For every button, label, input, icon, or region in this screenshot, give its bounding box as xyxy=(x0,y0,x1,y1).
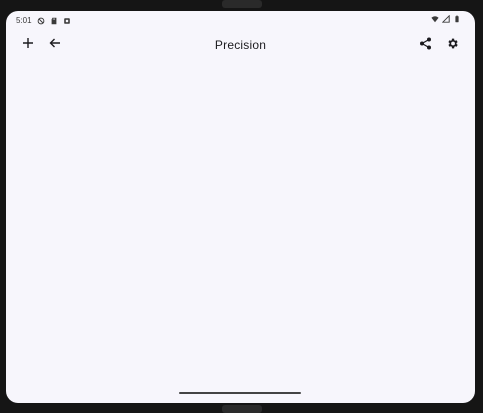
device-frame: 5:01 Precision xyxy=(0,0,483,413)
do-not-disturb-icon xyxy=(37,17,44,24)
status-right xyxy=(431,15,461,23)
app-notification-icon xyxy=(63,17,70,24)
share-button[interactable] xyxy=(413,31,437,55)
hinge-top xyxy=(222,0,262,8)
gesture-nav-handle[interactable] xyxy=(179,392,301,394)
battery-icon xyxy=(455,15,459,23)
screen: 5:01 Precision xyxy=(6,11,475,403)
settings-button[interactable] xyxy=(440,31,464,55)
settings-icon xyxy=(447,38,458,48)
signal-icon xyxy=(442,15,450,23)
content-area xyxy=(6,65,475,383)
hinge-bottom xyxy=(222,405,262,413)
app-bar: Precision xyxy=(6,25,475,65)
wifi-icon xyxy=(431,16,439,23)
status-time: 5:01 xyxy=(16,16,32,25)
page-title: Precision xyxy=(214,38,267,52)
sd-card-icon xyxy=(51,17,56,24)
share-icon xyxy=(419,37,431,49)
status-left: 5:01 xyxy=(16,16,71,25)
